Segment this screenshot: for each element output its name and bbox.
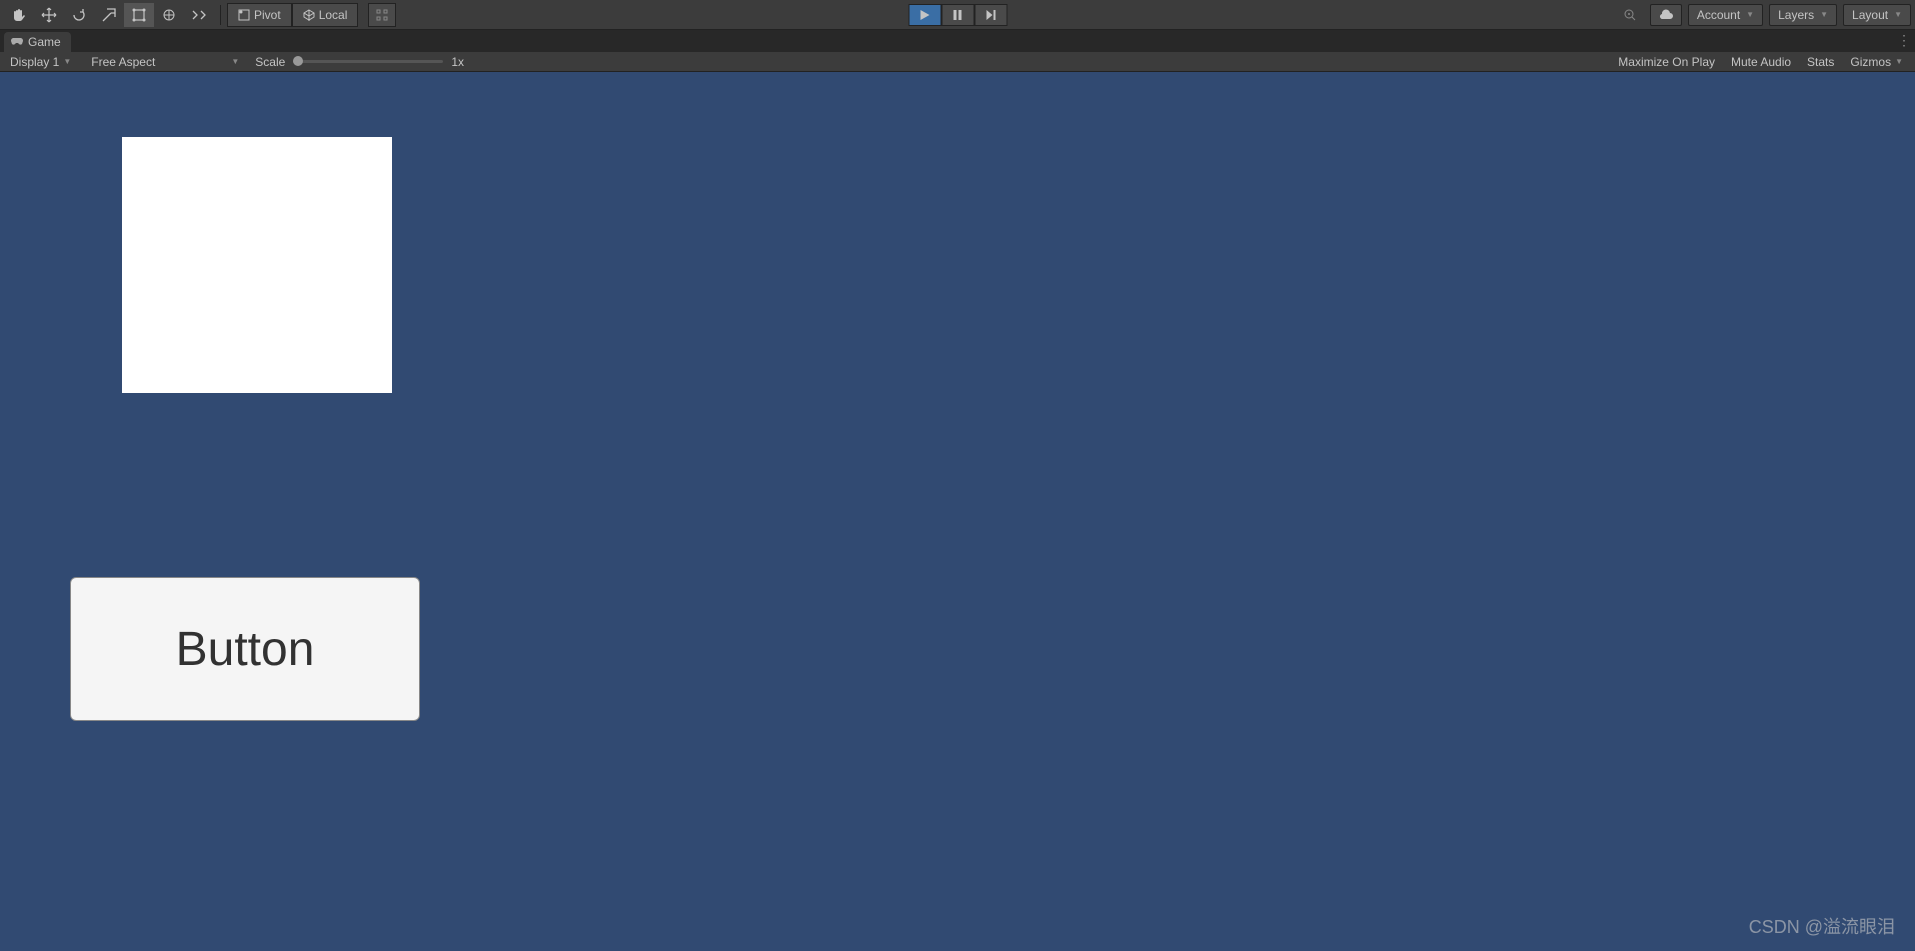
toolbar-right: Account ▼ Layers ▼ Layout ▼ xyxy=(1616,4,1911,26)
display-dropdown[interactable]: Display 1 ▼ xyxy=(4,52,77,71)
game-icon xyxy=(10,35,24,49)
watermark: CSDN @溢流眼泪 xyxy=(1749,913,1895,939)
tab-game-label: Game xyxy=(28,35,61,49)
chevron-down-icon: ▼ xyxy=(1894,10,1902,19)
account-dropdown[interactable]: Account ▼ xyxy=(1688,4,1763,26)
cloud-button[interactable] xyxy=(1650,4,1682,26)
tab-bar: Game ⋮ xyxy=(0,30,1915,52)
scale-slider[interactable] xyxy=(293,60,443,63)
main-toolbar: Pivot Local Account ▼ Layers ▼ xyxy=(0,0,1915,30)
tab-game[interactable]: Game xyxy=(4,32,71,52)
pivot-label: Pivot xyxy=(254,8,281,22)
chevron-down-icon: ▼ xyxy=(63,57,71,66)
chevron-down-icon: ▼ xyxy=(1746,10,1754,19)
custom-tools[interactable] xyxy=(184,3,214,27)
stats-toggle[interactable]: Stats xyxy=(1799,52,1842,71)
mute-audio-label: Mute Audio xyxy=(1731,55,1791,69)
play-button[interactable] xyxy=(908,4,941,26)
scale-tool[interactable] xyxy=(94,3,124,27)
aspect-dropdown[interactable]: Free Aspect ▼ xyxy=(85,52,245,71)
separator xyxy=(220,5,221,25)
pause-button[interactable] xyxy=(941,4,974,26)
rotate-tool[interactable] xyxy=(64,3,94,27)
gizmos-label: Gizmos xyxy=(1850,55,1891,69)
hand-tool[interactable] xyxy=(4,3,34,27)
local-label: Local xyxy=(319,8,348,22)
search-icon-button[interactable] xyxy=(1616,4,1644,26)
mute-audio-toggle[interactable]: Mute Audio xyxy=(1723,52,1799,71)
maximize-label: Maximize On Play xyxy=(1618,55,1715,69)
scale-value: 1x xyxy=(451,55,464,69)
scale-slider-thumb[interactable] xyxy=(293,56,303,66)
scale-control: Scale 1x xyxy=(255,55,464,69)
aspect-label: Free Aspect xyxy=(91,55,155,69)
tab-menu-icon[interactable]: ⋮ xyxy=(1897,32,1911,49)
snap-toggle[interactable] xyxy=(368,3,396,27)
playback-controls xyxy=(908,4,1007,26)
game-toolbar-right: Maximize On Play Mute Audio Stats Gizmos… xyxy=(1610,52,1911,71)
rect-tool[interactable] xyxy=(124,3,154,27)
layers-label: Layers xyxy=(1778,8,1814,22)
scale-label: Scale xyxy=(255,55,285,69)
layers-dropdown[interactable]: Layers ▼ xyxy=(1769,4,1837,26)
pivot-toggle[interactable]: Pivot xyxy=(227,3,292,27)
local-toggle[interactable]: Local xyxy=(292,3,359,27)
step-button[interactable] xyxy=(974,4,1007,26)
ui-button[interactable]: Button xyxy=(70,577,420,721)
gizmos-dropdown[interactable]: Gizmos ▼ xyxy=(1842,52,1911,71)
chevron-down-icon: ▼ xyxy=(231,57,239,66)
game-viewport: Button xyxy=(0,72,1915,951)
transform-tool[interactable] xyxy=(154,3,184,27)
game-toolbar: Display 1 ▼ Free Aspect ▼ Scale 1x Maxim… xyxy=(0,52,1915,72)
maximize-on-play-toggle[interactable]: Maximize On Play xyxy=(1610,52,1723,71)
layout-dropdown[interactable]: Layout ▼ xyxy=(1843,4,1911,26)
display-label: Display 1 xyxy=(10,55,59,69)
chevron-down-icon: ▼ xyxy=(1820,10,1828,19)
white-panel xyxy=(122,137,392,393)
layout-label: Layout xyxy=(1852,8,1888,22)
ui-button-label: Button xyxy=(176,622,315,677)
account-label: Account xyxy=(1697,8,1740,22)
stats-label: Stats xyxy=(1807,55,1834,69)
move-tool[interactable] xyxy=(34,3,64,27)
transform-tools xyxy=(4,3,214,27)
chevron-down-icon: ▼ xyxy=(1895,57,1903,66)
